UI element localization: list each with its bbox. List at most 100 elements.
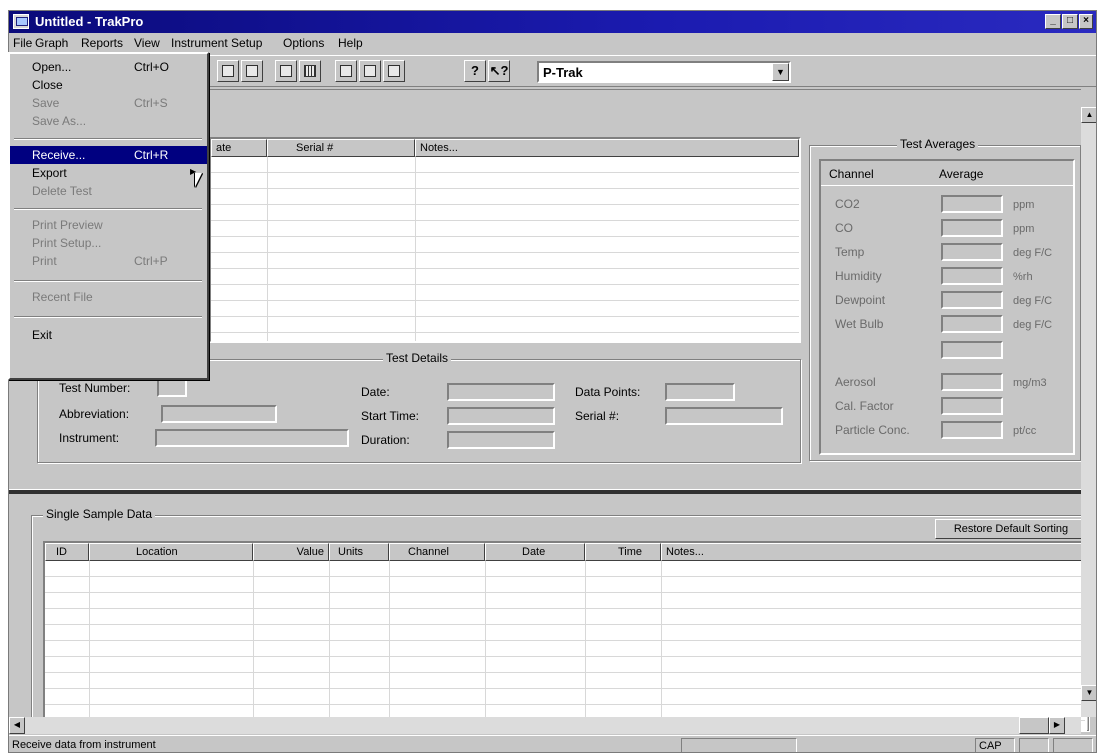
menu-item-print[interactable]: Print Ctrl+P [10,252,207,270]
menu-bar: File Graph Reports View Instrument Setup… [9,33,1096,53]
col-value[interactable]: Value [253,543,329,561]
menu-item-print-shortcut: Ctrl+P [134,254,168,268]
menu-item-print-preview[interactable]: Print Preview [10,216,207,234]
vertical-scrollbar[interactable]: ▲ ▼ [1081,107,1096,717]
menu-item-print-setup[interactable]: Print Setup... [10,234,207,252]
minimize-icon[interactable]: _ [1045,14,1061,29]
col-id[interactable]: ID [45,543,89,561]
avg-channel-humidity: Humidity [835,269,882,283]
menu-item-export[interactable]: Export ▶ [10,164,207,182]
close-icon[interactable]: × [1079,14,1093,29]
scroll-left-icon[interactable]: ◀ [9,717,25,734]
col-date[interactable]: ate [211,139,267,157]
avg-value-co [941,219,1003,237]
avg-value-dewpoint [941,291,1003,309]
col-date[interactable]: Date [485,543,585,561]
menu-separator [14,316,202,318]
menu-item-recent-file[interactable]: Recent File [10,288,207,306]
status-pane-blank [681,738,797,752]
instrument-select-value: P-Trak [543,65,583,80]
toolbar-chart-icon[interactable] [217,60,239,82]
avg-channel-wet-bulb: Wet Bulb [835,317,884,331]
menu-item-print-label: Print [32,254,57,268]
avg-value-humidity [941,267,1003,285]
app-icon[interactable] [13,14,29,29]
serial-label: Serial #: [575,409,620,423]
menu-help[interactable]: Help [338,36,363,50]
menu-item-save[interactable]: Save Ctrl+S [10,94,207,112]
menu-instrument-setup[interactable]: Instrument Setup [171,36,262,50]
menu-separator [14,208,202,210]
test-number-label: Test Number: [59,381,131,395]
avg-channel-co: CO [835,221,853,235]
menu-item-close[interactable]: Close [10,76,207,94]
col-notes[interactable]: Notes... [661,543,1085,561]
avg-unit-co: ppm [1013,223,1035,235]
menu-item-save-as-label: Save As... [32,114,87,128]
instrument-field [155,429,349,447]
col-channel[interactable]: Channel [389,543,485,561]
menu-reports[interactable]: Reports [81,36,123,50]
avg-unit-aerosol: mg/m3 [1013,377,1047,389]
menu-item-open[interactable]: Open... Ctrl+O [10,58,207,76]
avg-value-particle-conc [941,421,1003,439]
single-sample-title: Single Sample Data [43,507,156,521]
menu-item-save-label: Save [32,96,60,110]
col-serial[interactable]: Serial # [267,139,415,157]
maximize-icon[interactable]: □ [1062,14,1078,29]
menu-separator [14,138,202,140]
chevron-down-icon[interactable]: ▼ [772,63,789,81]
menu-item-exit[interactable]: Exit [10,326,207,344]
scroll-up-icon[interactable]: ▲ [1081,107,1096,123]
avg-channel-particle-conc: Particle Conc. [835,423,910,437]
avg-unit-humidity: %rh [1013,271,1033,283]
status-scrl [1053,738,1093,752]
single-sample-table[interactable]: ID Location Value Units Channel Date Tim… [43,541,1087,731]
status-bar: Receive data from instrument CAP [9,735,1096,752]
toolbar-chart2-icon[interactable] [241,60,263,82]
col-time[interactable]: Time [585,543,661,561]
mouse-cursor-icon [195,173,202,187]
toolbar-context-help-icon[interactable]: ↖? [488,60,510,82]
avg-channel-cal-factor: Cal. Factor [835,399,894,413]
toolbar-graph-icon[interactable] [275,60,297,82]
test-details-title: Test Details [383,351,452,365]
menu-item-receive[interactable]: Receive... Ctrl+R [10,146,207,164]
avg-value-blank [941,341,1003,359]
pane-splitter[interactable] [9,489,1096,494]
menu-graph[interactable]: Graph [35,36,68,50]
horizontal-scrollbar[interactable]: ◀ ▶ [9,717,1081,734]
col-notes[interactable]: Notes... [415,139,799,157]
toolbar-preview-icon[interactable] [359,60,381,82]
col-units[interactable]: Units [329,543,389,561]
data-points-label: Data Points: [575,385,641,399]
scroll-right-icon[interactable]: ▶ [1049,717,1065,734]
scroll-down-icon[interactable]: ▼ [1081,685,1096,701]
menu-file[interactable]: File [13,36,32,50]
test-averages-title: Test Averages [897,137,979,151]
restore-default-sorting-button[interactable]: Restore Default Sorting [935,519,1087,539]
scroll-thumb[interactable] [1019,717,1049,734]
menu-options[interactable]: Options [283,36,324,50]
serial-field [665,407,783,425]
tests-table-rows[interactable] [211,157,799,341]
col-location[interactable]: Location [89,543,253,561]
menu-view[interactable]: View [134,36,160,50]
instrument-select[interactable]: P-Trak ▼ [537,61,791,83]
toolbar-print-icon[interactable] [383,60,405,82]
duration-label: Duration: [361,433,410,447]
avg-channel-temp: Temp [835,245,865,259]
toolbar-table-icon[interactable] [299,60,321,82]
tests-table[interactable]: ate Serial # Notes... [209,137,801,343]
single-sample-rows[interactable] [45,561,1085,729]
menu-item-save-as[interactable]: Save As... [10,112,207,130]
menu-item-recent-file-label: Recent File [32,290,93,304]
menu-item-save-shortcut: Ctrl+S [134,96,168,110]
data-points-field [665,383,735,401]
menu-item-delete-test[interactable]: Delete Test [10,182,207,200]
toolbar-report-icon[interactable] [335,60,357,82]
date-field [447,383,555,401]
avg-channel-co2: CO2 [835,197,860,211]
start-time-label: Start Time: [361,409,420,423]
toolbar-help-icon[interactable]: ? [464,60,486,82]
